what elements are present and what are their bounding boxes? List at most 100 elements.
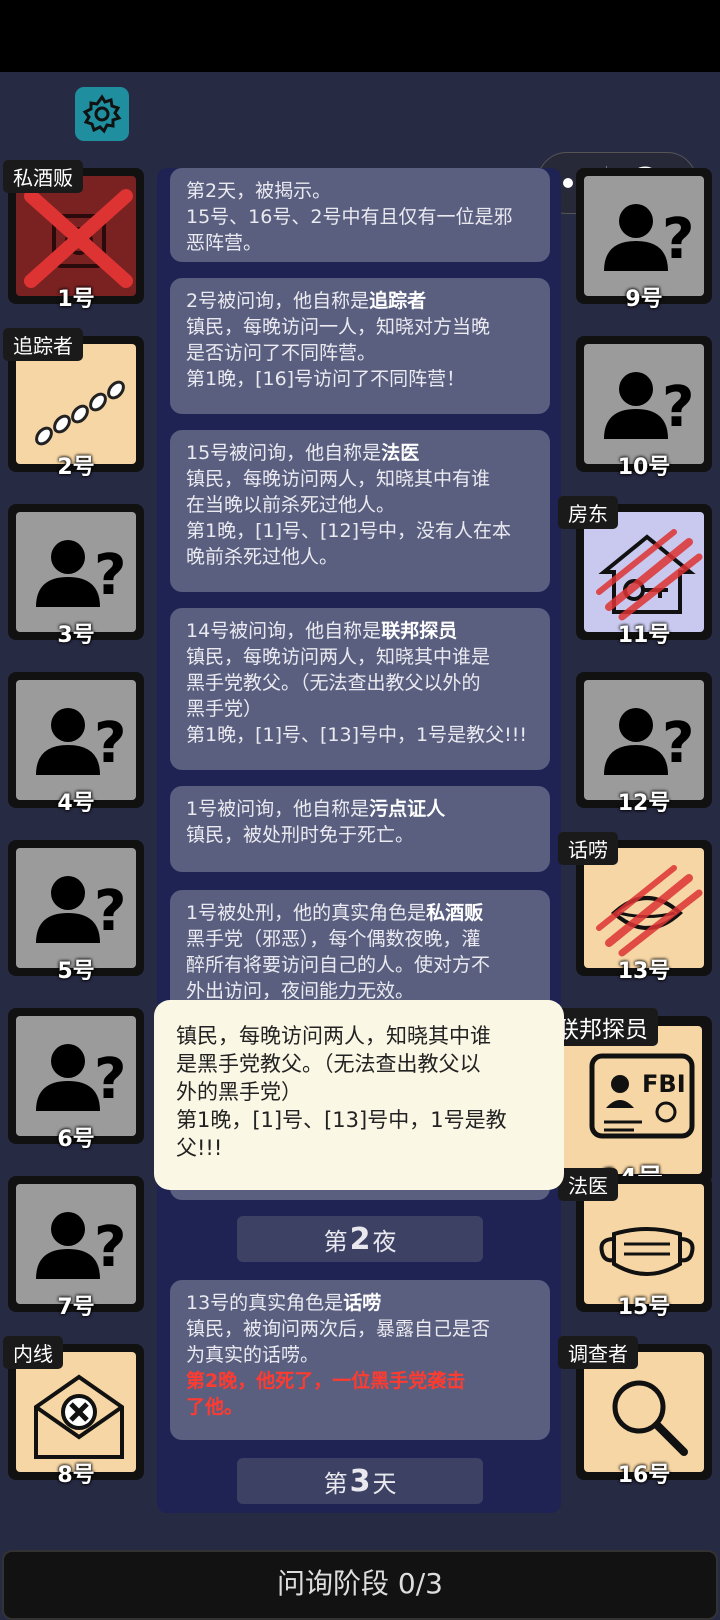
tooltip-line: 父!!! <box>176 1136 223 1160</box>
fbi-badge-icon: FBI <box>589 1053 695 1139</box>
player-number: 15号 <box>617 1295 671 1320</box>
player-number: 11号 <box>617 623 671 648</box>
player-number: 5号 <box>57 959 95 984</box>
role-tag: 私酒贩 <box>3 160 83 193</box>
gear-icon <box>82 94 122 134</box>
log-card-revelation: 第2天，被揭示。 15号、16号、2号中有且仅有一位是邪 恶阵营。 <box>170 168 550 262</box>
footprints-icon <box>35 380 125 446</box>
player-number: 16号 <box>617 1463 671 1488</box>
log-line: 第1晚，[1]号、[13]号中，1号是教父!!! <box>186 724 527 746</box>
log-card-player2: 2号被问询，他自称是追踪者 镇民，每晚访问一人，知晓对方当晚 是否访问了不同阵营… <box>170 278 550 414</box>
log-card-player13: 13号的真实角色是话唠 镇民，被询问两次后，暴露自己是否 为真实的话唠。 第2晚… <box>170 1280 550 1440</box>
tooltip-line: 镇民，每晚访问两人，知晓其中谁 <box>176 1024 491 1048</box>
player-number: 6号 <box>57 1127 95 1152</box>
player-9[interactable]: ? 9号 <box>576 168 712 312</box>
player-number: 13号 <box>617 959 671 984</box>
svg-text:?: ? <box>94 543 126 608</box>
lips-icon <box>596 865 703 957</box>
player-4[interactable]: ? 4号 <box>8 672 144 816</box>
log-card-player15: 15号被问询，他自称是法医 镇民，每晚访问两人，知晓其中有谁 在当晚以前杀死过他… <box>170 430 550 592</box>
log-line: 在当晚以前杀死过他人。 <box>186 494 396 516</box>
day-3-divider: 第3天 <box>237 1458 483 1504</box>
player-number: 9号 <box>625 287 663 312</box>
role-tag: 房东 <box>558 496 618 529</box>
log-line: 黑手党教父。（无法查出教父以外的 <box>186 672 481 694</box>
log-line: 镇民，每晚访问两人，知晓其中有谁 <box>186 468 491 490</box>
house-key-icon <box>596 529 703 621</box>
player-7[interactable]: ? 7号 <box>8 1176 144 1320</box>
phase-bar: 问询阶段 0/3 <box>2 1550 718 1620</box>
unknown-person-icon: ? <box>36 1044 126 1112</box>
log-line: 2号被问询，他自称是追踪者 <box>186 290 427 312</box>
player-number: 12号 <box>617 791 671 816</box>
player-number: 10号 <box>617 455 671 480</box>
svg-text:?: ? <box>94 1215 126 1280</box>
svg-text:?: ? <box>662 207 694 272</box>
log-line: 恶阵营。 <box>186 232 263 254</box>
log-line: 醉所有将要访问自己的人。使对方不 <box>186 954 491 976</box>
log-line: 13号的真实角色是话唠 <box>186 1292 382 1314</box>
log-line: 为真实的话唠。 <box>186 1344 320 1366</box>
face-mask-icon <box>599 1227 695 1276</box>
log-line: 1号被处刑，他的真实角色是私酒贩 <box>186 902 484 924</box>
log-line-death: 第2晚，他死了，一位黑手党袭击 <box>186 1370 466 1392</box>
status-bar <box>0 0 720 72</box>
log-card-player14: 14号被问询，他自称是联邦探员 镇民，每晚访问两人，知晓其中谁是 黑手党教父。（… <box>170 608 550 770</box>
log-line: 14号被问询，他自称是联邦探员 <box>186 620 458 642</box>
log-line: 镇民，每晚访问两人，知晓其中谁是 <box>186 646 491 668</box>
tooltip-line: 是黑手党教父。（无法查出教父以 <box>176 1052 481 1076</box>
log-line: 是否访问了不同阵营。 <box>186 342 377 364</box>
log-line: 15号、16号、2号中有且仅有一位是邪 <box>186 206 513 228</box>
svg-text:FBI: FBI <box>642 1070 686 1098</box>
log-line: 晚前杀死过他人。 <box>186 546 339 568</box>
unknown-person-icon: ? <box>604 708 694 776</box>
player-6[interactable]: ? 6号 <box>8 1008 144 1152</box>
log-line: 黑手党（邪恶），每个偶数夜晚，灌 <box>186 928 481 950</box>
player-number: 4号 <box>57 791 95 816</box>
log-line: 1号被问询，他自称是污点证人 <box>186 798 446 820</box>
player-10[interactable]: ? 10号 <box>576 336 712 480</box>
svg-text:?: ? <box>662 711 694 776</box>
log-line: 镇民，被处刑时免于死亡。 <box>186 824 415 846</box>
night-2-divider: 第2夜 <box>237 1216 483 1262</box>
log-line: 镇民，每晚访问一人，知晓对方当晚 <box>186 316 491 338</box>
player-3[interactable]: ? 3号 <box>8 504 144 648</box>
tooltip-line: 外的黑手党） <box>176 1080 302 1104</box>
role-tag: 话唠 <box>558 832 618 865</box>
player-number: 8号 <box>57 1463 95 1488</box>
unknown-person-icon: ? <box>36 708 126 776</box>
unknown-person-icon: ? <box>36 1212 126 1280</box>
role-tag: 追踪者 <box>3 328 83 361</box>
log-line: 第1晚，[16]号访问了不同阵营！ <box>186 368 466 390</box>
magnifier-icon <box>612 1380 688 1456</box>
log-line: 第1晚，[1]号、[12]号中，没有人在本 <box>186 520 512 542</box>
svg-text:?: ? <box>94 1047 126 1112</box>
log-card-player1-claim: 1号被问询，他自称是污点证人 镇民，被处刑时免于死亡。 <box>170 786 550 872</box>
role-tag: 内线 <box>3 1336 63 1369</box>
role-tooltip: 镇民，每晚访问两人，知晓其中谁 是黑手党教父。（无法查出教父以 外的黑手党） 第… <box>154 1000 564 1190</box>
log-line: 镇民，被询问两次后，暴露自己是否 <box>186 1318 491 1340</box>
player-number: 2号 <box>57 455 95 480</box>
role-tag: 调查者 <box>558 1336 638 1369</box>
tooltip-line: 第1晚，[1]号、[13]号中，1号是教 <box>176 1108 507 1132</box>
bootlegger-icon <box>24 189 133 288</box>
log-line: 15号被问询，他自称是法医 <box>186 442 420 464</box>
log-line: 第2天，被揭示。 <box>186 180 332 202</box>
settings-button[interactable] <box>75 87 129 141</box>
unknown-person-icon: ? <box>36 540 126 608</box>
player-number: 7号 <box>57 1295 95 1320</box>
envelope-x-icon <box>34 1374 124 1459</box>
svg-text:?: ? <box>94 711 126 776</box>
player-number: 3号 <box>57 623 95 648</box>
unknown-person-icon: ? <box>604 372 694 440</box>
unknown-person-icon: ? <box>604 204 694 272</box>
unknown-person-icon: ? <box>36 876 126 944</box>
player-5[interactable]: ? 5号 <box>8 840 144 984</box>
phase-label: 问询阶段 0/3 <box>277 1567 443 1600</box>
svg-text:?: ? <box>94 879 126 944</box>
svg-text:?: ? <box>662 375 694 440</box>
player-number: 1号 <box>57 287 95 312</box>
log-line: 黑手党） <box>186 698 263 720</box>
role-tag: 法医 <box>558 1168 618 1201</box>
player-12[interactable]: ? 12号 <box>576 672 712 816</box>
